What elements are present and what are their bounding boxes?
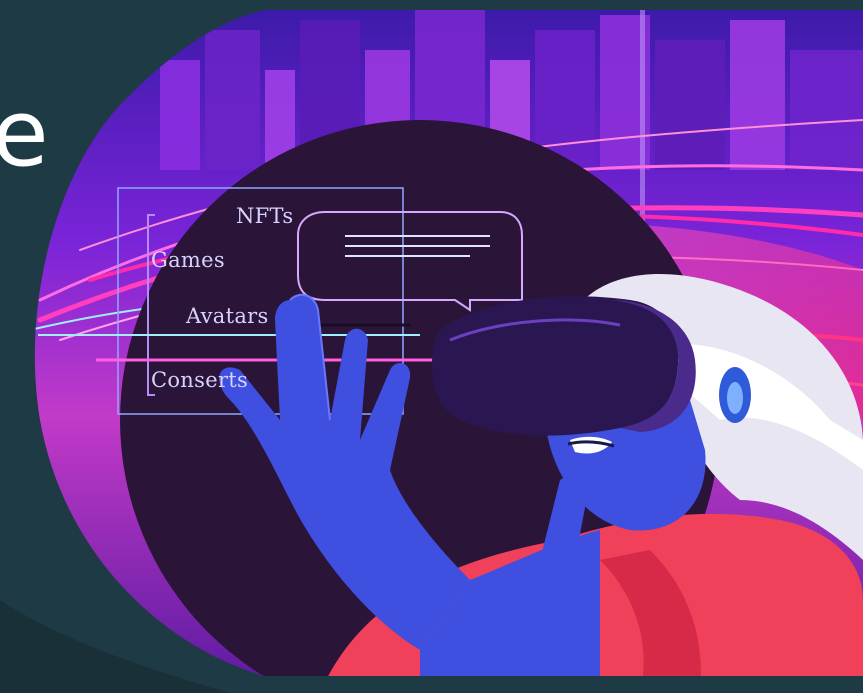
menu-item-nfts: NFTs (236, 204, 294, 228)
menu-item-games: Games (151, 248, 225, 272)
menu-item-conserts: Conserts (151, 368, 249, 392)
heading-fragment: e (0, 80, 49, 187)
vr-illustration (34, 10, 863, 676)
slide-canvas (0, 0, 863, 693)
menu-item-avatars: Avatars (186, 304, 269, 328)
vr-headset (432, 296, 696, 436)
